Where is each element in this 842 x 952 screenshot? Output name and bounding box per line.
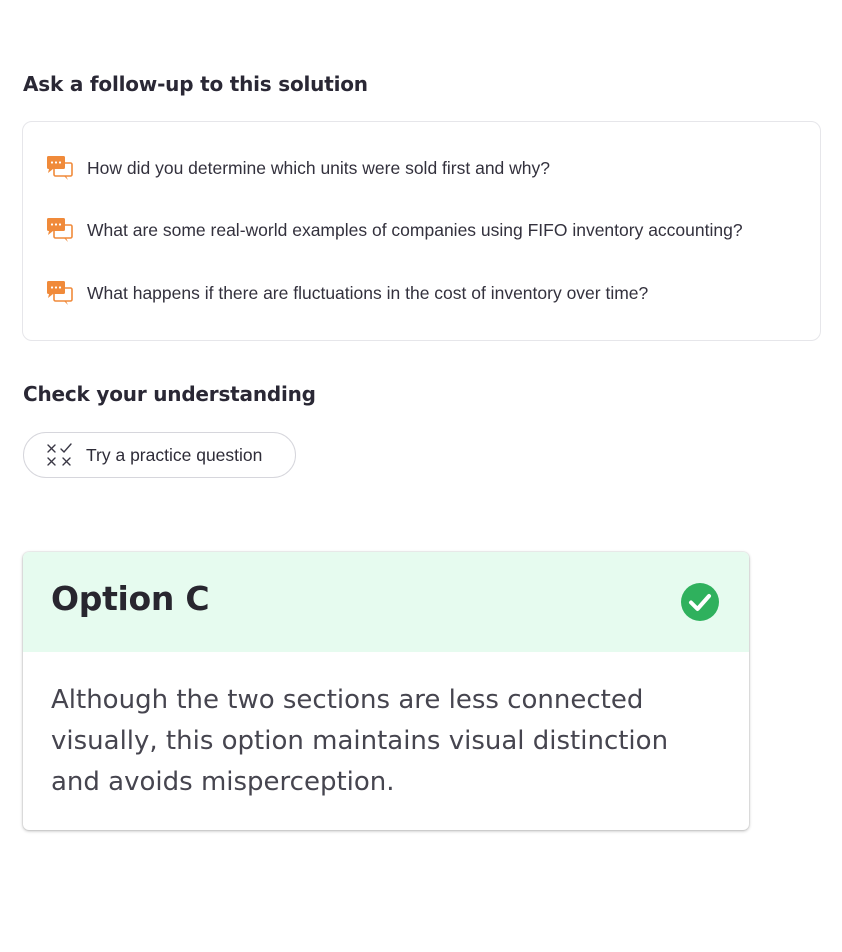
option-card-header: Option C (23, 552, 749, 652)
practice-question-label: Try a practice question (86, 444, 263, 465)
followup-item[interactable]: What are some real-world examples of com… (46, 216, 743, 244)
followup-item[interactable]: How did you determine which units were s… (46, 154, 550, 182)
chat-bubbles-icon (47, 281, 73, 305)
chat-bubbles-icon (47, 218, 73, 242)
followup-item[interactable]: What happens if there are fluctuations i… (46, 279, 648, 307)
followup-item-label: How did you determine which units were s… (87, 157, 550, 178)
followup-section-title: Ask a follow-up to this solution (23, 72, 368, 96)
followup-list: How did you determine which units were s… (22, 121, 821, 341)
practice-question-button[interactable]: Try a practice question (23, 432, 296, 478)
followup-item-label: What are some real-world examples of com… (87, 219, 743, 240)
chat-bubbles-icon (47, 156, 73, 180)
option-card: Option C Although the two sections are l… (23, 552, 749, 830)
check-understanding-title: Check your understanding (23, 382, 316, 406)
option-description: Although the two sections are less conne… (51, 685, 669, 797)
check-cross-grid-icon (47, 443, 72, 466)
followup-item-label: What happens if there are fluctuations i… (87, 282, 649, 303)
check-circle-icon (681, 583, 719, 621)
option-title: Option C (51, 579, 210, 618)
